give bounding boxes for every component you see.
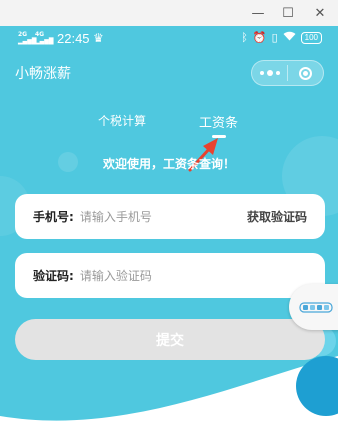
signal-indicator-2: 4G ▂▄▆█: [35, 31, 54, 45]
alarm-icon: ⏰: [252, 31, 267, 44]
maximize-button[interactable]: ☐: [273, 0, 303, 26]
code-label: 验证码:: [33, 269, 74, 283]
crown-icon: ♛: [93, 31, 104, 45]
tab-tax-calculation[interactable]: 个税计算: [98, 112, 146, 129]
bottom-wave: [0, 356, 338, 446]
status-time: 22:45: [57, 31, 90, 46]
phone-label: 手机号:: [33, 210, 74, 224]
minimize-button[interactable]: —: [243, 0, 273, 26]
phone-input[interactable]: [77, 208, 247, 225]
signal-indicator-1: 2G ▂▄▆█: [18, 31, 37, 45]
vibrate-icon: ▯: [271, 31, 278, 44]
close-target-icon[interactable]: [288, 66, 323, 80]
status-icons: ᛒ ⏰ ▯ 100: [241, 31, 322, 44]
welcome-message: 欢迎使用，工资条查询！: [102, 157, 235, 171]
wifi-icon: [283, 31, 296, 44]
page-title: 小畅涨薪: [15, 66, 71, 82]
bluetooth-icon: ᛒ: [241, 31, 248, 44]
code-input[interactable]: [77, 267, 307, 284]
battery-icon: 100: [300, 31, 322, 44]
status-bar: 2G ▂▄▆█ 4G ▂▄▆█ 22:45 ♛ ᛒ ⏰ ▯ 100: [0, 26, 338, 52]
more-icon[interactable]: [252, 70, 287, 76]
tab-salary-slip[interactable]: 工资条: [199, 112, 238, 131]
get-code-button[interactable]: 获取验证码: [247, 208, 307, 225]
window-title-bar: — ☐ ✕: [0, 0, 338, 26]
code-field-card: 验证码:: [15, 253, 325, 298]
close-window-button[interactable]: ✕: [305, 0, 335, 26]
capsule-menu: [251, 60, 324, 86]
assistant-logo-icon: [299, 302, 333, 313]
phone-field-card: 手机号: 获取验证码: [15, 194, 325, 239]
mini-program-screen: 2G ▂▄▆█ 4G ▂▄▆█ 22:45 ♛ ᛒ ⏰ ▯ 100 小畅涨薪 个…: [0, 26, 338, 446]
submit-button[interactable]: 提交: [15, 319, 325, 360]
floating-assistant-button[interactable]: [289, 284, 338, 330]
